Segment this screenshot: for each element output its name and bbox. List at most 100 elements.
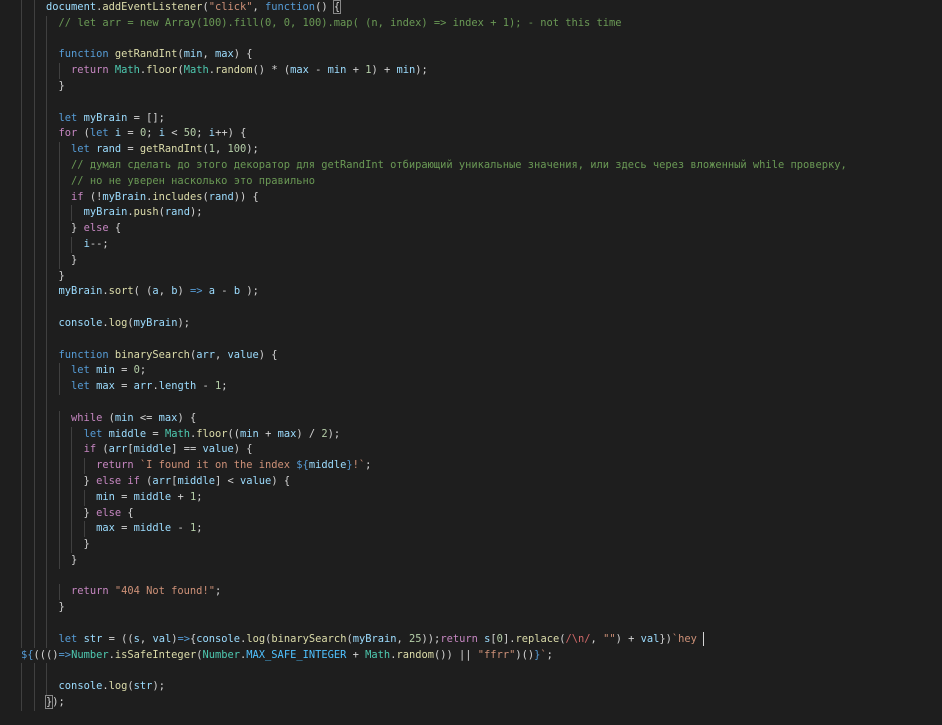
indent-guide xyxy=(33,552,35,569)
code-line[interactable]: let middle = Math.floor((min + max) / 2)… xyxy=(21,426,847,443)
indent-guide xyxy=(21,473,22,490)
code-token: let xyxy=(71,380,90,393)
indent-guide xyxy=(33,331,35,348)
code-line[interactable]: } else { xyxy=(21,505,847,522)
code-line[interactable]: let rand = getRandInt(1, 100); xyxy=(21,142,847,158)
code-line[interactable]: return "404 Not found!"; xyxy=(21,584,847,601)
code-line[interactable]: let myBrain = []; xyxy=(21,110,847,127)
code-line[interactable]: }); xyxy=(21,695,847,711)
code-line[interactable]: document.addEventListener("click", funct… xyxy=(21,0,847,16)
code-line[interactable] xyxy=(21,94,847,111)
indent-guide xyxy=(33,584,35,601)
code-token: val xyxy=(152,632,172,645)
code-token: let xyxy=(58,632,78,645)
code-line[interactable]: let max = arr.length - 1; xyxy=(21,379,847,395)
indent-guide xyxy=(21,189,22,206)
indent-guide xyxy=(71,521,73,538)
code-line[interactable]: console.log(myBrain); xyxy=(21,315,847,332)
code-line[interactable]: } xyxy=(21,537,847,553)
code-token: ; xyxy=(139,364,147,377)
code-line[interactable]: myBrain.push(rand); xyxy=(21,205,847,222)
code-token: = xyxy=(114,490,134,503)
code-token: middle xyxy=(177,474,215,487)
code-token: { xyxy=(332,0,342,14)
indent-guide xyxy=(83,489,85,506)
indent-guide xyxy=(58,426,60,443)
indent-guide xyxy=(33,347,35,364)
code-line[interactable]: ${((()=>Number.isSafeInteger(Number.MAX_… xyxy=(21,648,847,664)
indent-guide xyxy=(21,126,22,143)
code-line[interactable] xyxy=(21,331,847,348)
indent-guide xyxy=(21,268,22,285)
code-token: max xyxy=(96,522,115,535)
indent-guide xyxy=(46,363,48,380)
code-line[interactable]: for (let i = 0; i < 50; i++) { xyxy=(21,126,847,143)
code-line[interactable]: return Math.floor(Math.random() * (max -… xyxy=(21,63,847,79)
indent-guide xyxy=(33,142,35,158)
indent-guide xyxy=(71,426,73,443)
indent-guide xyxy=(83,458,85,474)
code-line[interactable]: myBrain.sort( (a, b) => a - b ); xyxy=(21,284,847,301)
indent-guide xyxy=(46,142,48,158)
code-token: () xyxy=(315,1,334,13)
code-token: = xyxy=(114,364,134,377)
indent-guide xyxy=(33,300,35,316)
code-line[interactable]: return `I found it on the index ${middle… xyxy=(21,458,847,474)
text-cursor xyxy=(703,631,705,646)
code-line[interactable]: i--; xyxy=(21,236,847,253)
indent-guide xyxy=(21,31,22,48)
code-token: console xyxy=(196,632,241,645)
code-token: (( xyxy=(33,648,47,661)
code-token: ); xyxy=(177,316,190,329)
code-line[interactable]: if (!myBrain.includes(rand)) { xyxy=(21,189,847,206)
indent-guide xyxy=(21,410,22,427)
indent-guide xyxy=(33,473,35,490)
indent-guide xyxy=(46,236,48,253)
indent-guide xyxy=(46,126,48,143)
code-token: max xyxy=(277,427,297,440)
code-line[interactable]: while (min <= max) { xyxy=(21,410,847,427)
code-line[interactable]: if (arr[middle] == value) { xyxy=(21,442,847,459)
indent-guide xyxy=(58,442,60,459)
code-line[interactable] xyxy=(21,300,847,316)
code-line[interactable] xyxy=(21,616,847,632)
code-line[interactable]: let str = ((s, val)=>{console.log(binary… xyxy=(21,631,847,648)
code-line[interactable] xyxy=(21,663,847,680)
indent-guide xyxy=(46,442,48,459)
indent-guide xyxy=(21,521,22,538)
code-line[interactable]: } xyxy=(21,252,847,269)
code-line[interactable]: function binarySearch(arr, value) { xyxy=(21,347,847,364)
indent-guide xyxy=(33,695,35,711)
code-line[interactable]: } xyxy=(21,552,847,569)
code-line[interactable]: } else { xyxy=(21,221,847,237)
indent-guide xyxy=(21,0,22,16)
code-token: Number xyxy=(71,648,109,661)
code-line[interactable]: // думал сделать до этого декоратор для … xyxy=(21,157,847,174)
code-editor[interactable]: document.addEventListener("click", funct… xyxy=(21,0,847,711)
code-token: , xyxy=(158,285,172,298)
indent-guide xyxy=(33,458,35,474)
code-token: = []; xyxy=(127,111,165,124)
code-line[interactable] xyxy=(21,394,847,411)
code-line[interactable]: // но не уверен насколько это правильно xyxy=(21,173,847,190)
code-line[interactable]: min = middle + 1; xyxy=(21,489,847,506)
code-line[interactable]: } xyxy=(21,268,847,285)
code-line[interactable]: // let arr = new Array(100).fill(0, 0, 1… xyxy=(21,15,847,32)
code-line[interactable]: max = middle - 1; xyxy=(21,521,847,538)
code-line[interactable] xyxy=(21,31,847,48)
code-line[interactable]: } xyxy=(21,78,847,95)
indent-guide xyxy=(33,410,35,427)
indent-guide xyxy=(46,110,48,127)
code-line[interactable] xyxy=(21,568,847,585)
indent-guide xyxy=(21,695,22,711)
code-line[interactable]: console.log(str); xyxy=(21,679,847,696)
code-line[interactable]: function getRandInt(min, max) { xyxy=(21,47,847,64)
code-line[interactable]: } else if (arr[middle] < value) { xyxy=(21,473,847,490)
code-line[interactable]: let min = 0; xyxy=(21,363,847,380)
code-line[interactable]: } xyxy=(21,600,847,617)
code-token: 25 xyxy=(409,632,422,645)
indent-guide xyxy=(21,94,22,111)
indent-guide xyxy=(46,489,48,506)
